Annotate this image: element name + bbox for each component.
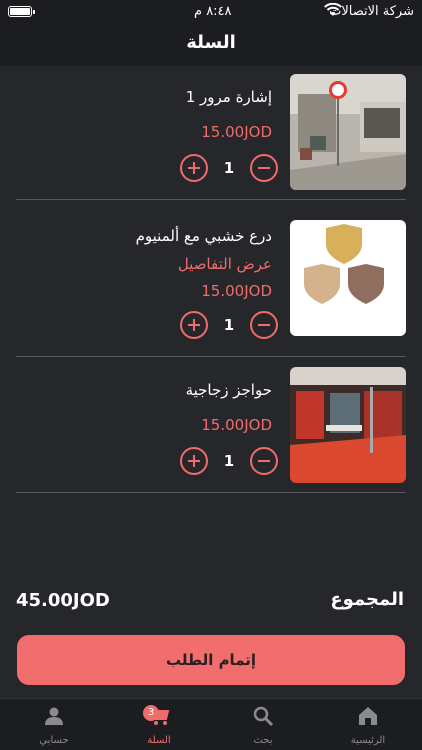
product-image[interactable] <box>290 74 406 190</box>
search-icon <box>253 706 274 727</box>
decrease-quantity-button[interactable] <box>250 311 278 339</box>
decrease-quantity-button[interactable] <box>250 447 278 475</box>
product-image[interactable] <box>290 367 406 483</box>
tab-search[interactable]: بحث <box>223 699 303 750</box>
cart-item: حواجز زجاجية 15.00JOD 1 <box>16 367 406 493</box>
increase-quantity-button[interactable] <box>180 311 208 339</box>
tab-label: السلة <box>147 735 171 746</box>
clock: ٨:٤٨ م <box>194 4 232 19</box>
tab-label: الرئيسية <box>350 735 386 746</box>
battery-icon <box>8 6 35 17</box>
total-label: المجموع <box>330 589 404 610</box>
status-bar: شركة الاتصالات ٨:٤٨ م <box>0 0 422 24</box>
header: السلة <box>0 24 422 66</box>
product-price: 15.00JOD <box>201 123 272 141</box>
increase-quantity-button[interactable] <box>180 447 208 475</box>
tab-account[interactable]: حسابي <box>14 699 94 750</box>
total-value: 45.00JOD <box>16 590 110 611</box>
decrease-quantity-button[interactable] <box>250 154 278 182</box>
checkout-button-label: إتمام الطلب <box>165 651 257 669</box>
tab-cart[interactable]: 3 السلة <box>119 699 199 750</box>
quantity-value: 1 <box>223 159 235 177</box>
tab-label: بحث <box>253 735 273 746</box>
page-title: السلة <box>186 32 236 53</box>
product-price: 15.00JOD <box>201 282 272 300</box>
home-icon <box>359 707 377 725</box>
checkout-button[interactable]: إتمام الطلب <box>17 635 405 685</box>
cart-badge: 3 <box>143 705 159 721</box>
product-name: إشارة مرور 1 <box>185 88 272 106</box>
view-details-link[interactable]: عرض التفاصيل <box>178 255 272 273</box>
tab-label: حسابي <box>39 735 69 746</box>
product-image[interactable] <box>290 220 406 336</box>
product-name: حواجز زجاجية <box>185 381 272 399</box>
quantity-value: 1 <box>223 316 235 334</box>
quantity-value: 1 <box>223 452 235 470</box>
increase-quantity-button[interactable] <box>180 154 208 182</box>
cart-item: درع خشبي مع ألمنيوم عرض التفاصيل 15.00JO… <box>16 220 406 357</box>
wifi-icon <box>324 3 342 16</box>
product-name: درع خشبي مع ألمنيوم <box>135 227 272 245</box>
tab-home[interactable]: الرئيسية <box>328 699 408 750</box>
bottom-tab-bar: الرئيسية بحث 3 السلة حسابي <box>0 698 422 750</box>
user-icon <box>45 707 63 725</box>
product-price: 15.00JOD <box>201 416 272 434</box>
cart-item: إشارة مرور 1 15.00JOD 1 <box>16 74 406 200</box>
